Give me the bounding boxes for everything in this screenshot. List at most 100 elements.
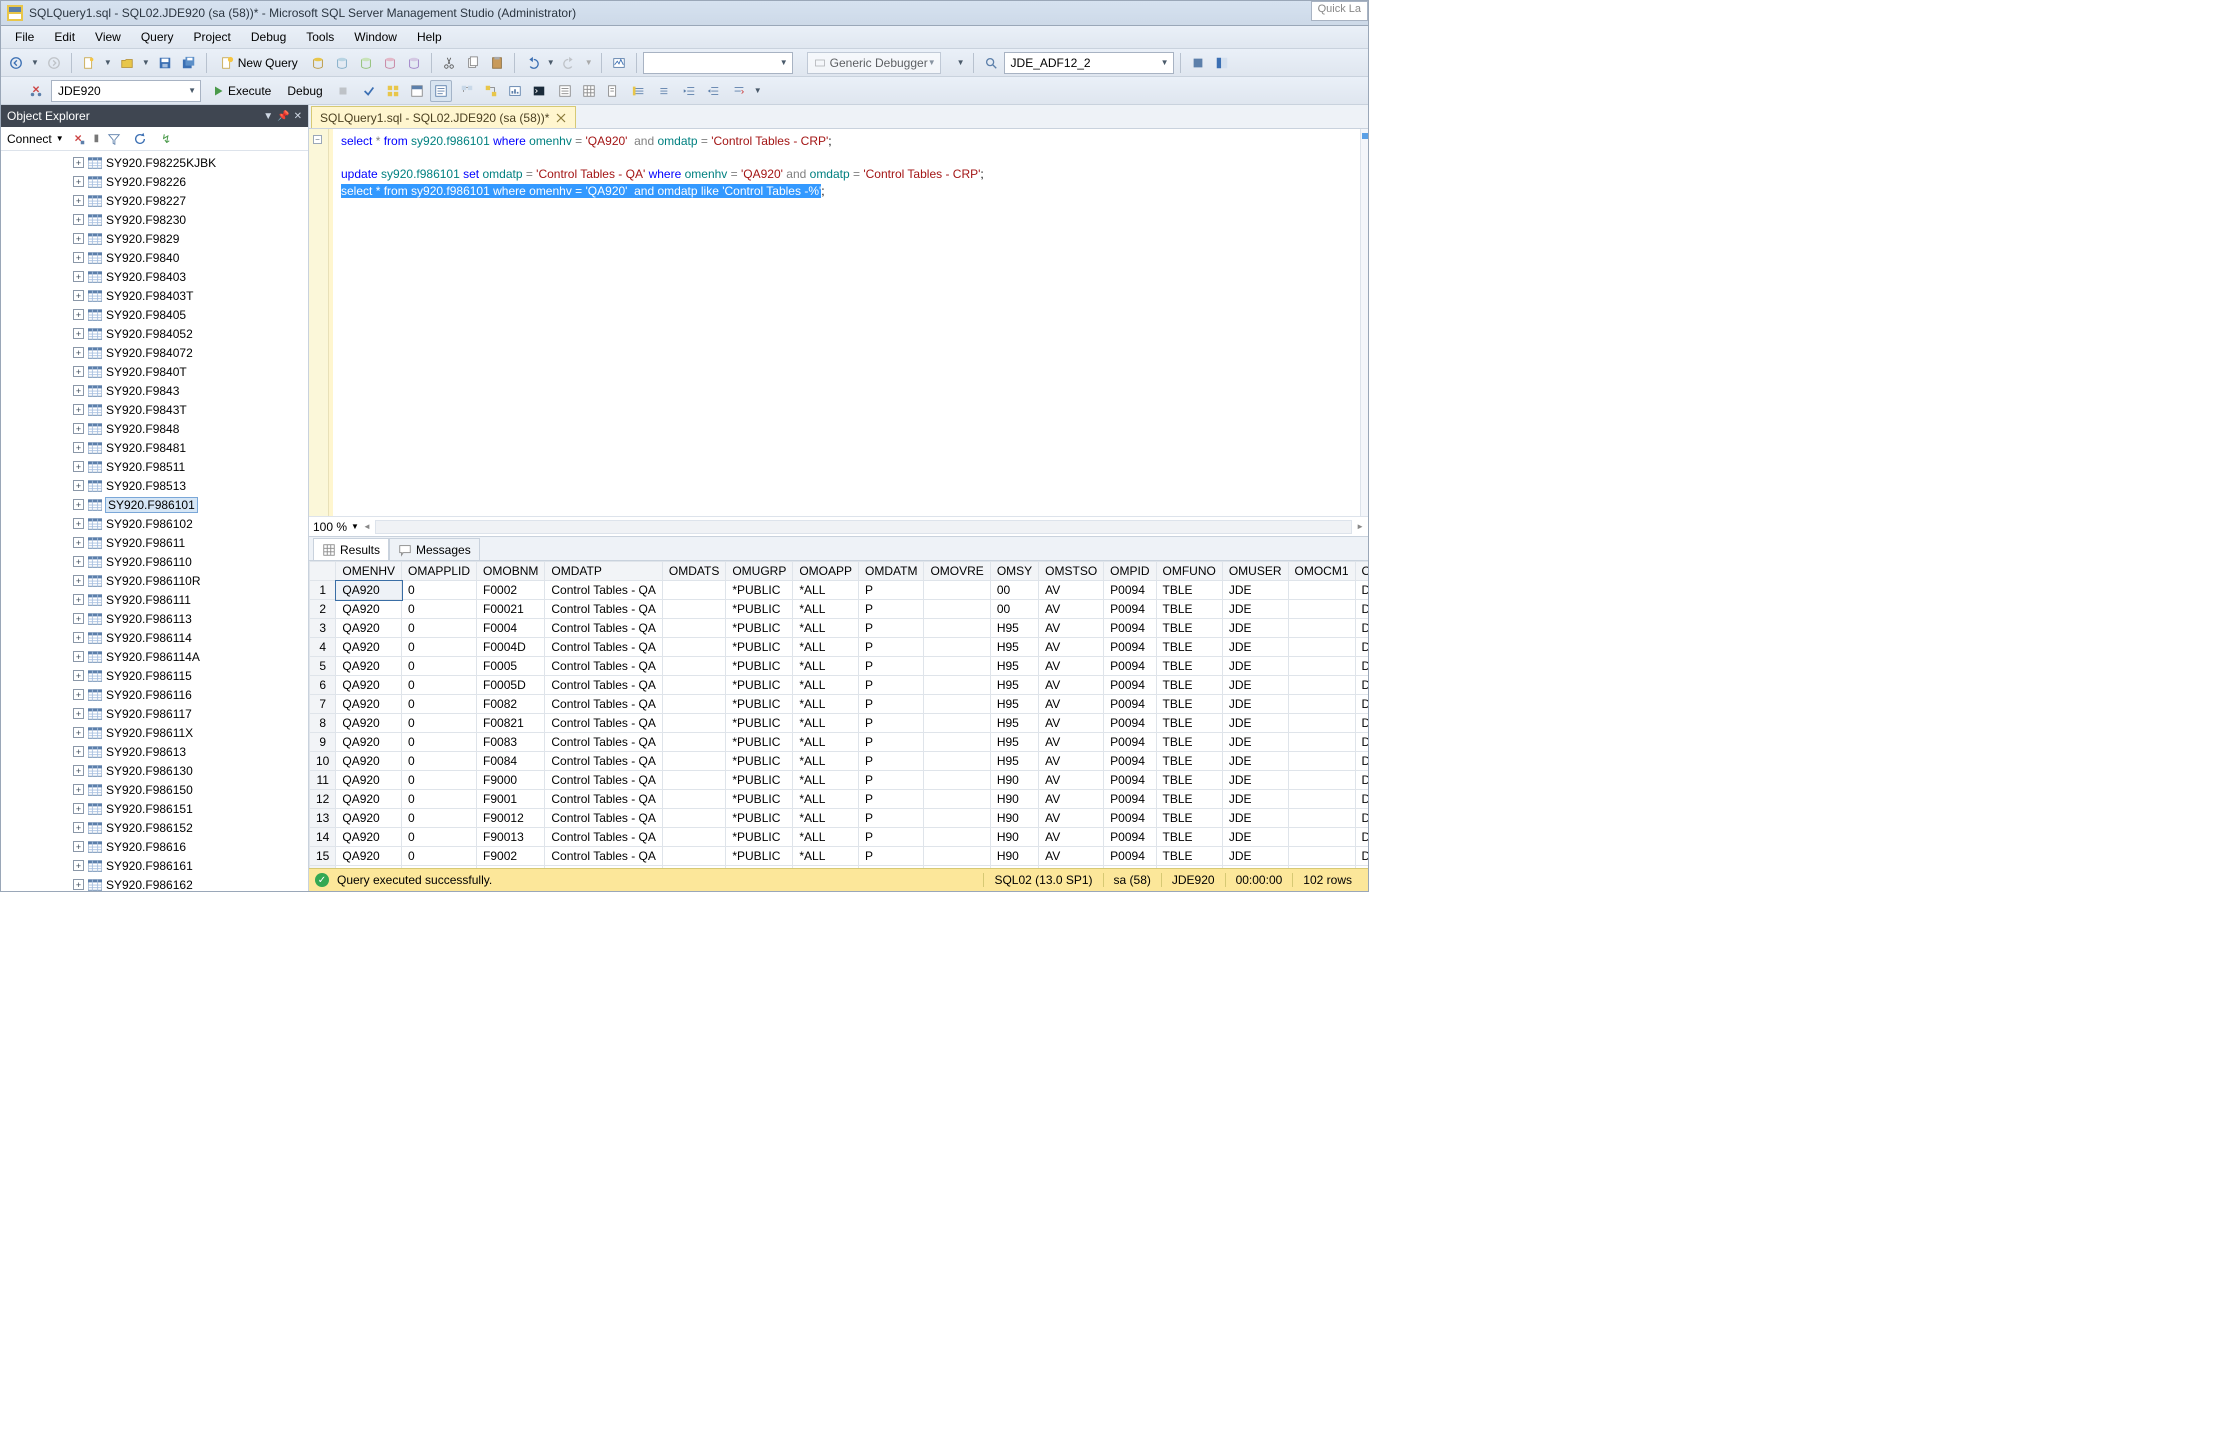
cell[interactable] <box>662 695 725 714</box>
cell[interactable]: QA920 <box>336 828 402 847</box>
cell[interactable]: DEV02 <box>1355 790 1368 809</box>
cell[interactable]: DEV02 <box>1355 638 1368 657</box>
cell[interactable]: Control Tables - QA <box>545 619 663 638</box>
cell[interactable] <box>924 714 990 733</box>
table-row[interactable]: 10QA9200F0084Control Tables - QA*PUBLIC*… <box>310 752 1369 771</box>
column-header[interactable]: OMOBNM <box>477 562 545 581</box>
cell[interactable] <box>662 714 725 733</box>
cell[interactable]: 0 <box>402 657 477 676</box>
cell[interactable]: F0004 <box>477 619 545 638</box>
cell[interactable]: TBLE <box>1156 771 1222 790</box>
cell[interactable]: TBLE <box>1156 809 1222 828</box>
cell[interactable]: AV <box>1039 638 1104 657</box>
cell[interactable]: Control Tables - QA <box>545 771 663 790</box>
cell[interactable]: AV <box>1039 809 1104 828</box>
tree-node[interactable]: +SY920.F98225KJBK <box>73 153 308 172</box>
cell[interactable]: JDE <box>1222 657 1288 676</box>
cell[interactable]: AV <box>1039 752 1104 771</box>
cell[interactable]: TBLE <box>1156 638 1222 657</box>
cell[interactable]: P <box>859 600 924 619</box>
cell[interactable]: 7 <box>310 695 336 714</box>
tree-node[interactable]: +SY920.F986152 <box>73 818 308 837</box>
cell[interactable]: TBLE <box>1156 714 1222 733</box>
include-plan-button[interactable] <box>456 80 478 102</box>
cell[interactable]: QA920 <box>336 847 402 866</box>
cell[interactable]: H95 <box>990 619 1038 638</box>
tree-node[interactable]: +SY920.F984072 <box>73 343 308 362</box>
cell[interactable]: F0082 <box>477 695 545 714</box>
cell[interactable]: P0094 <box>1104 600 1156 619</box>
expand-icon[interactable]: + <box>73 575 84 586</box>
cell[interactable]: AV <box>1039 847 1104 866</box>
expand-icon[interactable]: + <box>73 423 84 434</box>
results-text-button[interactable] <box>554 80 576 102</box>
cell[interactable]: H95 <box>990 657 1038 676</box>
expand-icon[interactable]: + <box>73 442 84 453</box>
results-grid[interactable]: OMENHVOMAPPLIDOMOBNMOMDATPOMDATSOMUGRPOM… <box>309 561 1368 868</box>
column-header[interactable]: OMSY <box>990 562 1038 581</box>
cell[interactable]: 9 <box>310 733 336 752</box>
column-header[interactable]: OMDATM <box>859 562 924 581</box>
tree-node[interactable]: +SY920.F98611X <box>73 723 308 742</box>
cell[interactable]: JDE <box>1222 733 1288 752</box>
cell[interactable]: 0 <box>402 809 477 828</box>
cell[interactable]: P <box>859 657 924 676</box>
cell[interactable]: H90 <box>990 828 1038 847</box>
expand-icon[interactable]: + <box>73 176 84 187</box>
object-explorer-tree[interactable]: +SY920.F98225KJBK+SY920.F98226+SY920.F98… <box>1 151 308 891</box>
cell[interactable] <box>662 809 725 828</box>
cell[interactable]: F00021 <box>477 600 545 619</box>
cell[interactable]: 12 <box>310 790 336 809</box>
cell[interactable]: *ALL <box>793 790 859 809</box>
cell[interactable]: *PUBLIC <box>726 733 793 752</box>
tree-node[interactable]: +SY920.F98616 <box>73 837 308 856</box>
cell[interactable]: DEV02 <box>1355 581 1368 600</box>
db-query-icon-4[interactable] <box>379 52 401 74</box>
cell[interactable] <box>662 638 725 657</box>
tree-node[interactable]: +SY920.F986114A <box>73 647 308 666</box>
table-row[interactable]: 13QA9200F90012Control Tables - QA*PUBLIC… <box>310 809 1369 828</box>
cell[interactable]: P0094 <box>1104 657 1156 676</box>
cell[interactable]: QA920 <box>336 790 402 809</box>
empty-combo[interactable]: ▼ <box>643 52 793 74</box>
connect-button[interactable]: Connect <box>7 132 52 146</box>
cell[interactable] <box>924 695 990 714</box>
cell[interactable]: P0094 <box>1104 581 1156 600</box>
expand-icon[interactable]: + <box>73 290 84 301</box>
tree-node[interactable]: +SY920.F98611 <box>73 533 308 552</box>
table-row[interactable]: 14QA9200F90013Control Tables - QA*PUBLIC… <box>310 828 1369 847</box>
zoom-level[interactable]: 100 % <box>313 520 347 534</box>
tree-node[interactable]: +SY920.F986114 <box>73 628 308 647</box>
tree-node[interactable]: +SY920.F986161 <box>73 856 308 875</box>
expand-icon[interactable]: + <box>73 689 84 700</box>
cell[interactable]: P0094 <box>1104 676 1156 695</box>
stop-button[interactable]: ↯ <box>155 128 177 150</box>
cell[interactable]: *ALL <box>793 695 859 714</box>
paste-button[interactable] <box>486 52 508 74</box>
expand-icon[interactable]: + <box>73 746 84 757</box>
cut-button[interactable] <box>438 52 460 74</box>
table-row[interactable]: 12QA9200F9001Control Tables - QA*PUBLIC*… <box>310 790 1369 809</box>
cell[interactable] <box>924 581 990 600</box>
cell[interactable]: 3 <box>310 619 336 638</box>
cell[interactable]: P <box>859 733 924 752</box>
cell[interactable]: DEV02 <box>1355 847 1368 866</box>
cell[interactable]: H95 <box>990 695 1038 714</box>
cell[interactable] <box>1288 733 1355 752</box>
nav-fwd-button[interactable] <box>43 52 65 74</box>
new-query-button[interactable]: New Query <box>213 52 305 74</box>
query-options-button[interactable] <box>406 80 428 102</box>
cell[interactable] <box>924 752 990 771</box>
cell[interactable] <box>662 657 725 676</box>
cell[interactable]: P0094 <box>1104 828 1156 847</box>
cell[interactable] <box>1288 714 1355 733</box>
cell[interactable] <box>662 771 725 790</box>
cell[interactable] <box>924 771 990 790</box>
cell[interactable]: *ALL <box>793 714 859 733</box>
cell[interactable]: Control Tables - QA <box>545 676 663 695</box>
cell[interactable]: 0 <box>402 752 477 771</box>
object-explorer-button[interactable] <box>1211 52 1233 74</box>
cell[interactable]: Control Tables - QA <box>545 847 663 866</box>
menu-query[interactable]: Query <box>131 27 184 47</box>
cell[interactable]: P0094 <box>1104 619 1156 638</box>
